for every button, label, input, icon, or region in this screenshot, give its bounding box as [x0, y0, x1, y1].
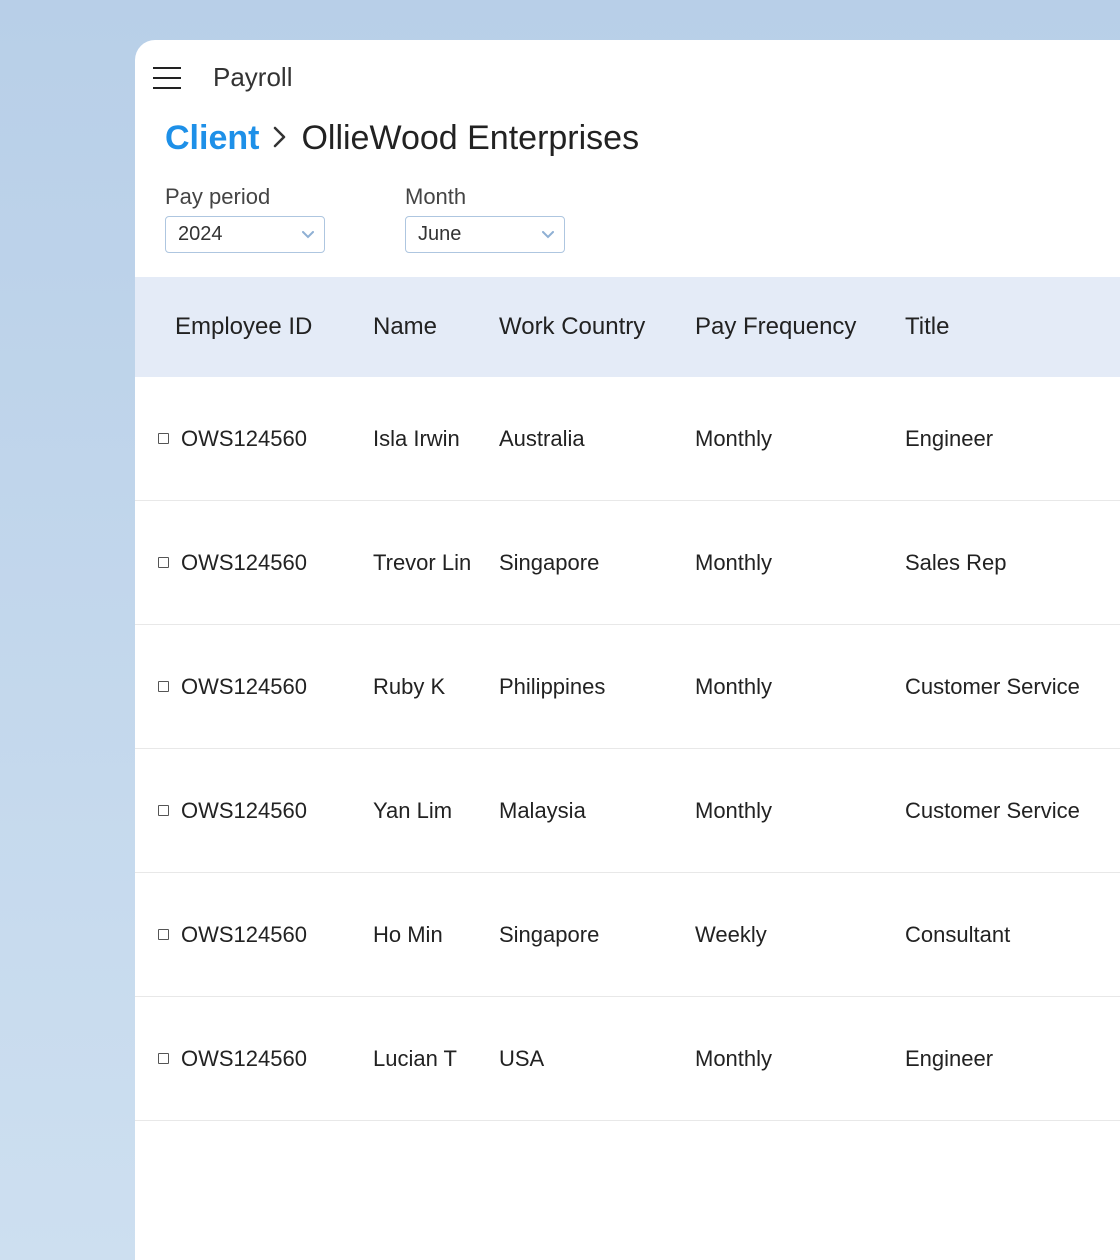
cell-title: Engineer [905, 1046, 1120, 1072]
month-label: Month [405, 184, 565, 210]
cell-employee-id: OWS124560 [175, 798, 373, 824]
app-window: Payroll Client OllieWood Enterprises Pay… [135, 40, 1120, 1260]
cell-pay-frequency: Monthly [695, 674, 905, 700]
column-header-title: Title [905, 313, 1120, 341]
cell-title: Customer Service [905, 798, 1120, 824]
pay-period-select[interactable]: 2024 [165, 216, 325, 253]
hamburger-menu-icon[interactable] [153, 67, 181, 89]
cell-pay-frequency: Monthly [695, 798, 905, 824]
pay-period-value: 2024 [178, 223, 223, 245]
cell-employee-id: OWS124560 [175, 674, 373, 700]
row-checkbox[interactable] [151, 805, 175, 816]
row-checkbox[interactable] [151, 433, 175, 444]
table-row[interactable]: OWS124560 Ho Min Singapore Weekly Consul… [135, 873, 1120, 997]
breadcrumb: Client OllieWood Enterprises [135, 105, 1120, 176]
cell-work-country: Singapore [499, 922, 695, 948]
cell-employee-id: OWS124560 [175, 426, 373, 452]
cell-title: Customer Service [905, 674, 1120, 700]
row-checkbox[interactable] [151, 929, 175, 940]
cell-title: Consultant [905, 922, 1120, 948]
month-select[interactable]: June [405, 216, 565, 253]
cell-name: Isla Irwin [373, 426, 499, 452]
cell-name: Ho Min [373, 922, 499, 948]
chevron-down-icon [542, 231, 554, 239]
table-row[interactable]: OWS124560 Yan Lim Malaysia Monthly Custo… [135, 749, 1120, 873]
column-header-work-country: Work Country [499, 313, 695, 341]
filters-row: Pay period 2024 Month June [135, 176, 1120, 277]
month-filter: Month June [405, 184, 565, 253]
breadcrumb-current: OllieWood Enterprises [301, 119, 639, 158]
row-checkbox[interactable] [151, 681, 175, 692]
column-header-employee-id: Employee ID [175, 313, 373, 341]
table-row[interactable]: OWS124560 Trevor Lin Singapore Monthly S… [135, 501, 1120, 625]
cell-work-country: Philippines [499, 674, 695, 700]
column-header-name: Name [373, 313, 499, 341]
cell-name: Ruby K [373, 674, 499, 700]
cell-pay-frequency: Monthly [695, 1046, 905, 1072]
cell-work-country: Australia [499, 426, 695, 452]
cell-pay-frequency: Weekly [695, 922, 905, 948]
pay-period-filter: Pay period 2024 [165, 184, 325, 253]
month-value: June [418, 223, 461, 245]
employee-table: Employee ID Name Work Country Pay Freque… [135, 277, 1120, 1121]
table-header-row: Employee ID Name Work Country Pay Freque… [135, 277, 1120, 377]
table-row[interactable]: OWS124560 Ruby K Philippines Monthly Cus… [135, 625, 1120, 749]
cell-pay-frequency: Monthly [695, 550, 905, 576]
app-header: Payroll [135, 40, 1120, 105]
cell-title: Sales Rep [905, 550, 1120, 576]
row-checkbox[interactable] [151, 557, 175, 568]
cell-title: Engineer [905, 426, 1120, 452]
column-header-pay-frequency: Pay Frequency [695, 313, 905, 341]
table-row[interactable]: OWS124560 Lucian T USA Monthly Engineer [135, 997, 1120, 1121]
cell-name: Lucian T [373, 1046, 499, 1072]
cell-employee-id: OWS124560 [175, 550, 373, 576]
table-row[interactable]: OWS124560 Isla Irwin Australia Monthly E… [135, 377, 1120, 501]
cell-employee-id: OWS124560 [175, 1046, 373, 1072]
breadcrumb-link-client[interactable]: Client [165, 119, 259, 158]
chevron-right-icon [273, 123, 287, 155]
row-checkbox[interactable] [151, 1053, 175, 1064]
cell-work-country: USA [499, 1046, 695, 1072]
cell-name: Trevor Lin [373, 550, 499, 576]
pay-period-label: Pay period [165, 184, 325, 210]
chevron-down-icon [302, 231, 314, 239]
cell-work-country: Singapore [499, 550, 695, 576]
page-title: Payroll [213, 62, 292, 93]
cell-pay-frequency: Monthly [695, 426, 905, 452]
cell-employee-id: OWS124560 [175, 922, 373, 948]
cell-work-country: Malaysia [499, 798, 695, 824]
cell-name: Yan Lim [373, 798, 499, 824]
